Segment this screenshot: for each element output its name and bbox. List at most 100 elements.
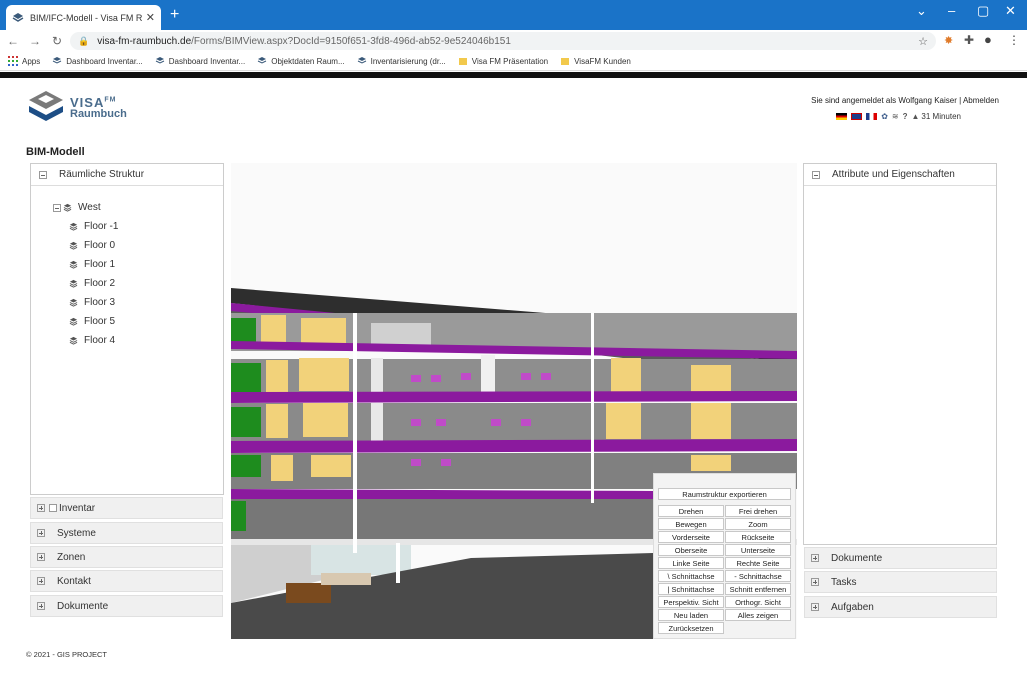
rss-icon[interactable]: ≋ bbox=[892, 112, 899, 121]
url-field[interactable]: 🔒 visa-fm-raumbuch.de/Forms/BIMView.aspx… bbox=[70, 32, 936, 50]
view-control-button[interactable]: Alles zeigen bbox=[725, 609, 791, 621]
attributes-header[interactable]: Attribute und Eigenschaften bbox=[804, 164, 996, 186]
accordion-dokumente[interactable]: Dokumente bbox=[30, 595, 223, 617]
layers-icon bbox=[12, 12, 24, 22]
forward-icon[interactable]: → bbox=[26, 34, 44, 48]
view-control-button[interactable]: Perspektiv. Sicht bbox=[658, 596, 724, 608]
expand-icon[interactable] bbox=[37, 529, 45, 537]
layers-icon bbox=[258, 57, 267, 64]
back-icon[interactable]: ← bbox=[4, 34, 22, 48]
spatial-structure-panel: Räumliche Struktur West Floor -1 Floor 0 F… bbox=[30, 163, 224, 495]
tree-node-floor[interactable]: Floor 5 bbox=[53, 312, 223, 331]
bookmark-item[interactable]: Objektdaten Raum... bbox=[257, 56, 345, 66]
visa-fm-logo[interactable]: VISAFM Raumbuch bbox=[26, 88, 127, 128]
accordion-tasks[interactable]: Tasks bbox=[804, 571, 997, 593]
spatial-tree: West Floor -1 Floor 0 Floor 1 Floor 2 Floor … bbox=[31, 186, 223, 350]
tree-node-floor[interactable]: Floor 0 bbox=[53, 236, 223, 255]
new-tab-button[interactable]: + bbox=[170, 6, 179, 24]
tab-title: BIM/IFC-Modell - Visa FM Raum bbox=[30, 12, 142, 23]
accordion-kontakt[interactable]: Kontakt bbox=[30, 570, 223, 592]
checkbox[interactable] bbox=[49, 504, 57, 512]
expand-icon[interactable] bbox=[37, 602, 45, 610]
bookmark-item[interactable]: VisaFM Kunden bbox=[560, 56, 631, 66]
view-control-button[interactable]: Rückseite bbox=[725, 531, 791, 543]
tree-root-label: West bbox=[78, 202, 101, 213]
help-icon[interactable]: ? bbox=[903, 112, 908, 121]
floor-label: Floor 4 bbox=[84, 335, 116, 346]
english-flag-icon[interactable] bbox=[851, 113, 863, 120]
accordion-aufgaben[interactable]: Aufgaben bbox=[804, 596, 997, 618]
floor-label: Floor 0 bbox=[84, 240, 116, 251]
bookmark-item[interactable]: Dashboard Inventar... bbox=[52, 56, 143, 66]
view-control-button[interactable]: Rechte Seite bbox=[725, 557, 791, 569]
french-flag-icon[interactable] bbox=[866, 113, 878, 120]
logout-link[interactable]: Abmelden bbox=[963, 96, 999, 105]
minimize-icon[interactable]: – bbox=[948, 3, 955, 18]
export-structure-button[interactable]: Raumstruktur exportieren bbox=[658, 488, 791, 500]
view-control-button[interactable]: Zoom bbox=[725, 518, 791, 530]
german-flag-icon[interactable] bbox=[836, 113, 848, 120]
bookmark-item[interactable]: Dashboard Inventar... bbox=[155, 56, 245, 66]
layers-icon bbox=[69, 336, 78, 345]
accordion-inventar[interactable]: Inventar bbox=[30, 497, 223, 519]
collapse-icon[interactable] bbox=[39, 170, 47, 179]
maximize-icon[interactable]: ▢ bbox=[977, 3, 989, 19]
login-info: Sie sind angemeldet als Wolfgang Kaiser … bbox=[811, 96, 999, 105]
view-control-button[interactable]: Oberseite bbox=[658, 544, 724, 556]
floor-label: Floor 3 bbox=[84, 297, 116, 308]
tree-node-floor[interactable]: Floor 4 bbox=[53, 331, 223, 350]
view-control-button[interactable]: Schnitt entfernen bbox=[725, 583, 791, 595]
view-control-button[interactable]: \ Schnittachse bbox=[658, 570, 724, 582]
view-control-button[interactable]: Drehen bbox=[658, 505, 724, 517]
accordion-dokumente[interactable]: Dokumente bbox=[804, 547, 997, 569]
bookmark-item[interactable]: Apps bbox=[8, 56, 40, 66]
tree-node-floor[interactable]: Floor 3 bbox=[53, 293, 223, 312]
reload-icon[interactable]: ↻ bbox=[48, 34, 66, 48]
tree-collapse-icon[interactable] bbox=[53, 203, 61, 212]
expand-icon[interactable] bbox=[811, 603, 819, 611]
view-control-button[interactable]: Orthogr. Sicht bbox=[725, 596, 791, 608]
menu-icon[interactable]: ⋮ bbox=[1008, 33, 1020, 47]
close-tab-icon[interactable]: ✕ bbox=[146, 11, 155, 24]
tree-node-floor[interactable]: Floor -1 bbox=[53, 217, 223, 236]
collapse-icon[interactable] bbox=[812, 170, 820, 179]
close-window-icon[interactable]: ✕ bbox=[1005, 3, 1016, 19]
view-control-button[interactable]: Unterseite bbox=[725, 544, 791, 556]
bookmark-label: VisaFM Kunden bbox=[574, 56, 631, 66]
tree-node-floor[interactable]: Floor 2 bbox=[53, 274, 223, 293]
layers-icon bbox=[69, 260, 78, 269]
view-control-button[interactable]: | Schnittachse bbox=[658, 583, 724, 595]
expand-icon[interactable] bbox=[37, 504, 45, 512]
browser-tab[interactable]: BIM/IFC-Modell - Visa FM Raum ✕ bbox=[6, 5, 161, 30]
floor-label: Floor -1 bbox=[84, 221, 119, 232]
tree-node-floor[interactable]: Floor 1 bbox=[53, 255, 223, 274]
bookmark-item[interactable]: Visa FM Präsentation bbox=[458, 56, 548, 66]
view-control-button[interactable]: Linke Seite bbox=[658, 557, 724, 569]
star-icon[interactable]: ☆ bbox=[918, 35, 928, 48]
puzzle-icon[interactable]: ✚ bbox=[964, 33, 974, 47]
accordion-systeme[interactable]: Systeme bbox=[30, 522, 223, 544]
reset-button[interactable]: Zurücksetzen bbox=[658, 622, 724, 634]
expand-icon[interactable] bbox=[811, 554, 819, 562]
gear-icon[interactable]: ✿ bbox=[881, 112, 888, 121]
extension-icon[interactable]: ✸ bbox=[944, 34, 953, 47]
expand-icon[interactable] bbox=[37, 553, 45, 561]
account-icon[interactable]: ● bbox=[984, 32, 992, 47]
view-control-button[interactable]: Vorderseite bbox=[658, 531, 724, 543]
expand-icon[interactable] bbox=[811, 578, 819, 586]
accordion-label: Dokumente bbox=[831, 552, 883, 564]
spatial-structure-header[interactable]: Räumliche Struktur bbox=[31, 164, 223, 186]
expand-icon[interactable] bbox=[37, 577, 45, 585]
view-control-button[interactable]: Frei drehen bbox=[725, 505, 791, 517]
accordion-zonen[interactable]: Zonen bbox=[30, 546, 223, 568]
login-text: Sie sind angemeldet als Wolfgang Kaiser … bbox=[811, 96, 962, 105]
layers-icon bbox=[69, 279, 78, 288]
bookmark-item[interactable]: Inventarisierung (dr... bbox=[357, 56, 446, 66]
profile-dropdown-icon[interactable]: ⌄ bbox=[916, 3, 927, 19]
view-control-button[interactable]: - Schnittachse bbox=[725, 570, 791, 582]
bookmark-label: Inventarisierung (dr... bbox=[370, 56, 446, 66]
tree-node-west[interactable]: West bbox=[53, 198, 223, 217]
view-control-button[interactable]: Bewegen bbox=[658, 518, 724, 530]
app-header: VISAFM Raumbuch Sie sind angemeldet als … bbox=[0, 78, 1027, 136]
view-control-button[interactable]: Neu laden bbox=[658, 609, 724, 621]
